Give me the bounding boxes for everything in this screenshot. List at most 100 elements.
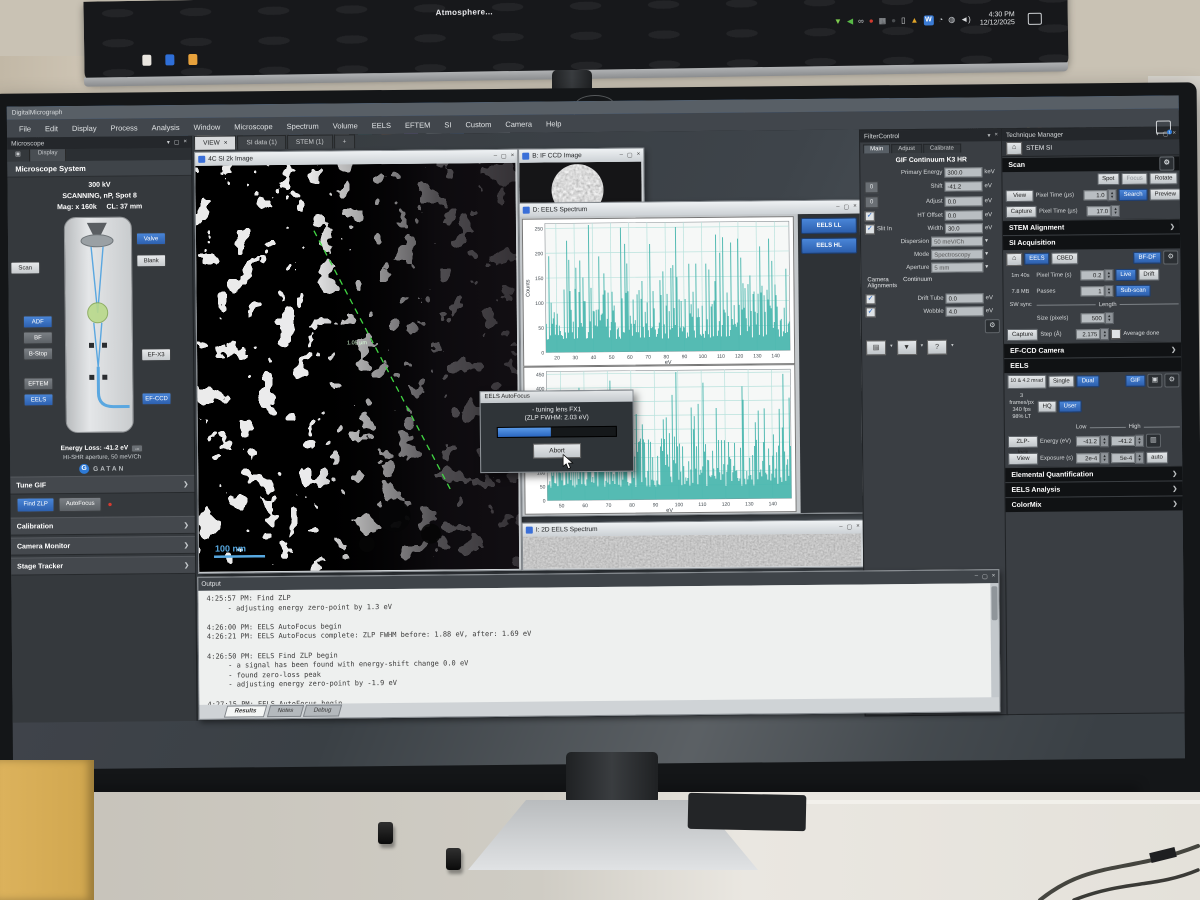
- exposure-low-stepper[interactable]: 2e-4▲▼: [1076, 452, 1109, 464]
- save-settings-button[interactable]: ▼: [897, 340, 917, 355]
- close-icon[interactable]: ×: [224, 136, 228, 150]
- pin-icon[interactable]: ▢: [174, 139, 180, 146]
- tab-main[interactable]: Main: [863, 144, 890, 153]
- average-done-checkbox[interactable]: [1111, 329, 1121, 339]
- upper-clock[interactable]: 4:30 PM12/12/2025: [980, 11, 1015, 28]
- close-icon[interactable]: ×: [994, 132, 998, 139]
- collapse-icon[interactable]: ▾: [987, 132, 990, 139]
- size-stepper[interactable]: 500▲▼: [1081, 312, 1114, 324]
- minimize-icon[interactable]: –: [975, 573, 978, 580]
- section-colormix[interactable]: ColorMix❯: [1006, 495, 1184, 512]
- eftem-button[interactable]: EFTEM: [23, 377, 53, 390]
- notification-icon[interactable]: 1: [1156, 120, 1171, 133]
- passes-stepper[interactable]: 1▲▼: [1080, 285, 1113, 297]
- tab-stem[interactable]: STEM (1): [287, 135, 333, 149]
- upper-tray-word-icon[interactable]: W: [923, 15, 933, 25]
- tab-si-data[interactable]: SI data (1): [237, 135, 285, 149]
- blank-button[interactable]: Blank: [136, 254, 166, 267]
- energy-high-stepper[interactable]: -41.2▲▼: [1111, 435, 1144, 447]
- energy-low-stepper[interactable]: -41.2▲▼: [1076, 435, 1109, 447]
- slit-width-field[interactable]: 30.0: [945, 223, 983, 233]
- pixel-time-capture-stepper[interactable]: 17.0▲▼: [1087, 205, 1120, 217]
- upper-tray-sync-icon[interactable]: ◀: [847, 17, 853, 27]
- close-icon[interactable]: ×: [856, 523, 860, 530]
- single-button[interactable]: Single: [1048, 375, 1075, 387]
- scrollbar[interactable]: [990, 583, 999, 697]
- tab-adjust[interactable]: Adjust: [891, 144, 922, 153]
- document-tabs[interactable]: VIEW× SI data (1) STEM (1) +: [194, 134, 356, 150]
- upper-system-tray[interactable]: ▼◀∞●▦●▯▲W◔◍◄)4:30 PM12/12/2025: [834, 11, 1042, 30]
- maximize-icon[interactable]: ▢: [843, 204, 849, 211]
- dispersion-select[interactable]: 50 meV/Ch: [931, 236, 983, 246]
- upper-tray-status-icon[interactable]: ●: [891, 16, 896, 26]
- panel-tab-display[interactable]: Display: [30, 149, 67, 161]
- efx3-button[interactable]: EF-X3: [141, 348, 171, 361]
- wobble-field[interactable]: 4.0: [946, 306, 984, 316]
- filter-tabs[interactable]: Main Adjust Calibrate: [860, 141, 1002, 153]
- gear-icon[interactable]: ⚙: [1164, 373, 1179, 387]
- mode-select[interactable]: Spectroscopy: [931, 249, 983, 259]
- menu-eels[interactable]: EELS: [366, 118, 397, 131]
- gear-icon[interactable]: ⚙: [985, 319, 1000, 333]
- tab-calibrate[interactable]: Calibrate: [923, 144, 961, 153]
- menu-window[interactable]: Window: [188, 120, 227, 133]
- si-pixel-time-stepper[interactable]: 0.2▲▼: [1080, 269, 1113, 281]
- adjust-zero-button[interactable]: 0: [865, 196, 879, 208]
- drift-tube-checkbox[interactable]: ✓: [866, 294, 876, 304]
- user-button[interactable]: User: [1059, 400, 1082, 412]
- section-tune-gif[interactable]: Tune GIF❯: [10, 475, 194, 495]
- scan-button[interactable]: Scan: [10, 261, 40, 274]
- menu-analysis[interactable]: Analysis: [146, 120, 186, 133]
- drift-tube-field[interactable]: 0.0: [946, 293, 984, 303]
- gif-button[interactable]: GIF: [1125, 375, 1145, 387]
- bf-button[interactable]: BF: [23, 331, 53, 344]
- close-icon[interactable]: ×: [992, 573, 996, 580]
- eels-mode-button[interactable]: EELS: [1024, 253, 1049, 265]
- valve-button[interactable]: Valve: [136, 232, 166, 245]
- wobble-checkbox[interactable]: ✓: [866, 307, 876, 317]
- angles-chip[interactable]: 10 & 4.2 mrad: [1007, 375, 1046, 389]
- autofocus-button[interactable]: AutoFocus: [59, 497, 102, 512]
- window-titlebar[interactable]: B: IF CCD Image –▢×: [519, 149, 643, 163]
- detector-icon[interactable]: ▥: [1146, 434, 1161, 448]
- tab-debug[interactable]: Debug: [303, 704, 342, 716]
- section-stage-tracker[interactable]: Stage Tracker❯: [11, 556, 195, 576]
- zlp-lock-button[interactable]: ZLP-lock: [1008, 436, 1038, 448]
- section-calibration[interactable]: Calibration❯: [11, 516, 195, 536]
- menu-help[interactable]: Help: [540, 117, 568, 130]
- upper-tray-alert-icon[interactable]: ▲: [910, 16, 918, 26]
- minimize-icon[interactable]: –: [836, 204, 839, 211]
- stem-image[interactable]: 1.05 µm 100 nm: [195, 163, 521, 573]
- bfdf-button[interactable]: BF-DF: [1133, 252, 1161, 264]
- menu-si[interactable]: SI: [438, 118, 457, 131]
- 2d-eels-strip[interactable]: [523, 533, 863, 569]
- panel-tab-icon[interactable]: ▣: [7, 149, 30, 161]
- upper-desktop-icons[interactable]: [142, 54, 197, 66]
- capture-button[interactable]: Capture: [1006, 206, 1037, 218]
- section-efccd-camera[interactable]: EF-CCD Camera❯: [1004, 341, 1182, 358]
- close-icon[interactable]: ×: [511, 153, 515, 160]
- close-icon[interactable]: ×: [637, 152, 641, 159]
- auto-button[interactable]: auto: [1146, 452, 1168, 464]
- drift-button[interactable]: Drift: [1138, 269, 1159, 281]
- aperture-select[interactable]: 5 mm: [931, 262, 983, 272]
- section-si-acquisition[interactable]: SI Acquisition: [1003, 233, 1181, 250]
- maximize-icon[interactable]: ▢: [501, 153, 507, 160]
- maximize-icon[interactable]: ▢: [982, 573, 988, 580]
- view-button[interactable]: View: [1006, 190, 1034, 202]
- maximize-icon[interactable]: ▢: [847, 524, 853, 531]
- close-icon[interactable]: ×: [853, 204, 857, 211]
- spot-button[interactable]: Spot: [1097, 173, 1119, 185]
- menu-volume[interactable]: Volume: [327, 119, 364, 132]
- section-eels[interactable]: EELS: [1004, 356, 1182, 373]
- upper-notification-icon[interactable]: [1028, 13, 1042, 25]
- bstop-button[interactable]: B-Stop: [23, 347, 53, 360]
- menu-display[interactable]: Display: [66, 121, 103, 134]
- section-camera-monitor[interactable]: Camera Monitor❯: [11, 536, 195, 556]
- close-icon[interactable]: ×: [1172, 130, 1176, 137]
- efccd-button[interactable]: EF-CCD: [141, 392, 171, 405]
- shift-field[interactable]: -41.2: [944, 181, 982, 191]
- preview-button[interactable]: Preview: [1150, 188, 1181, 200]
- menu-spectrum[interactable]: Spectrum: [281, 119, 325, 132]
- section-scan[interactable]: Scan⚙: [1002, 155, 1180, 172]
